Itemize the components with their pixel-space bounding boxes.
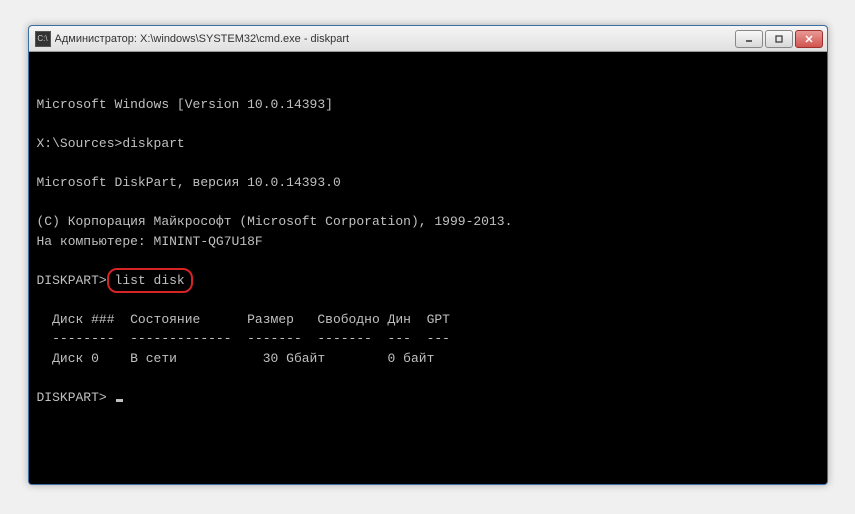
cmd-icon-glyph: C:\ <box>37 35 47 43</box>
title-bar: C:\ Администратор: X:\windows\SYSTEM32\c… <box>29 26 827 52</box>
prompt-text: DISKPART> <box>37 390 115 405</box>
cursor-icon <box>116 399 123 402</box>
command-text: list disk <box>115 273 185 288</box>
prompt-text: X:\Sources> <box>37 136 123 151</box>
output-line: (C) Корпорация Майкрософт (Microsoft Cor… <box>37 214 513 229</box>
terminal-output: Microsoft Windows [Version 10.0.14393] X… <box>37 95 819 407</box>
prompt-text: DISKPART> <box>37 273 115 288</box>
window-title: Администратор: X:\windows\SYSTEM32\cmd.e… <box>55 33 735 45</box>
table-row: Диск 0 В сети 30 Gбайт 0 байт <box>37 351 435 366</box>
output-line: На компьютере: MININT-QG7U18F <box>37 234 263 249</box>
cmd-icon: C:\ <box>35 31 51 47</box>
output-line: Microsoft Windows [Version 10.0.14393] <box>37 97 333 112</box>
table-header: Диск ### Состояние Размер Свободно Дин G… <box>37 312 450 327</box>
terminal-area[interactable]: Microsoft Windows [Version 10.0.14393] X… <box>29 52 827 484</box>
window-controls <box>735 30 823 48</box>
close-button[interactable] <box>795 30 823 48</box>
table-divider: -------- ------------- ------- ------- -… <box>37 331 450 346</box>
output-line: Microsoft DiskPart, версия 10.0.14393.0 <box>37 175 341 190</box>
command-text: diskpart <box>122 136 184 151</box>
cmd-window: C:\ Администратор: X:\windows\SYSTEM32\c… <box>28 25 828 485</box>
highlighted-command: list disk <box>115 273 185 288</box>
minimize-button[interactable] <box>735 30 763 48</box>
maximize-button[interactable] <box>765 30 793 48</box>
